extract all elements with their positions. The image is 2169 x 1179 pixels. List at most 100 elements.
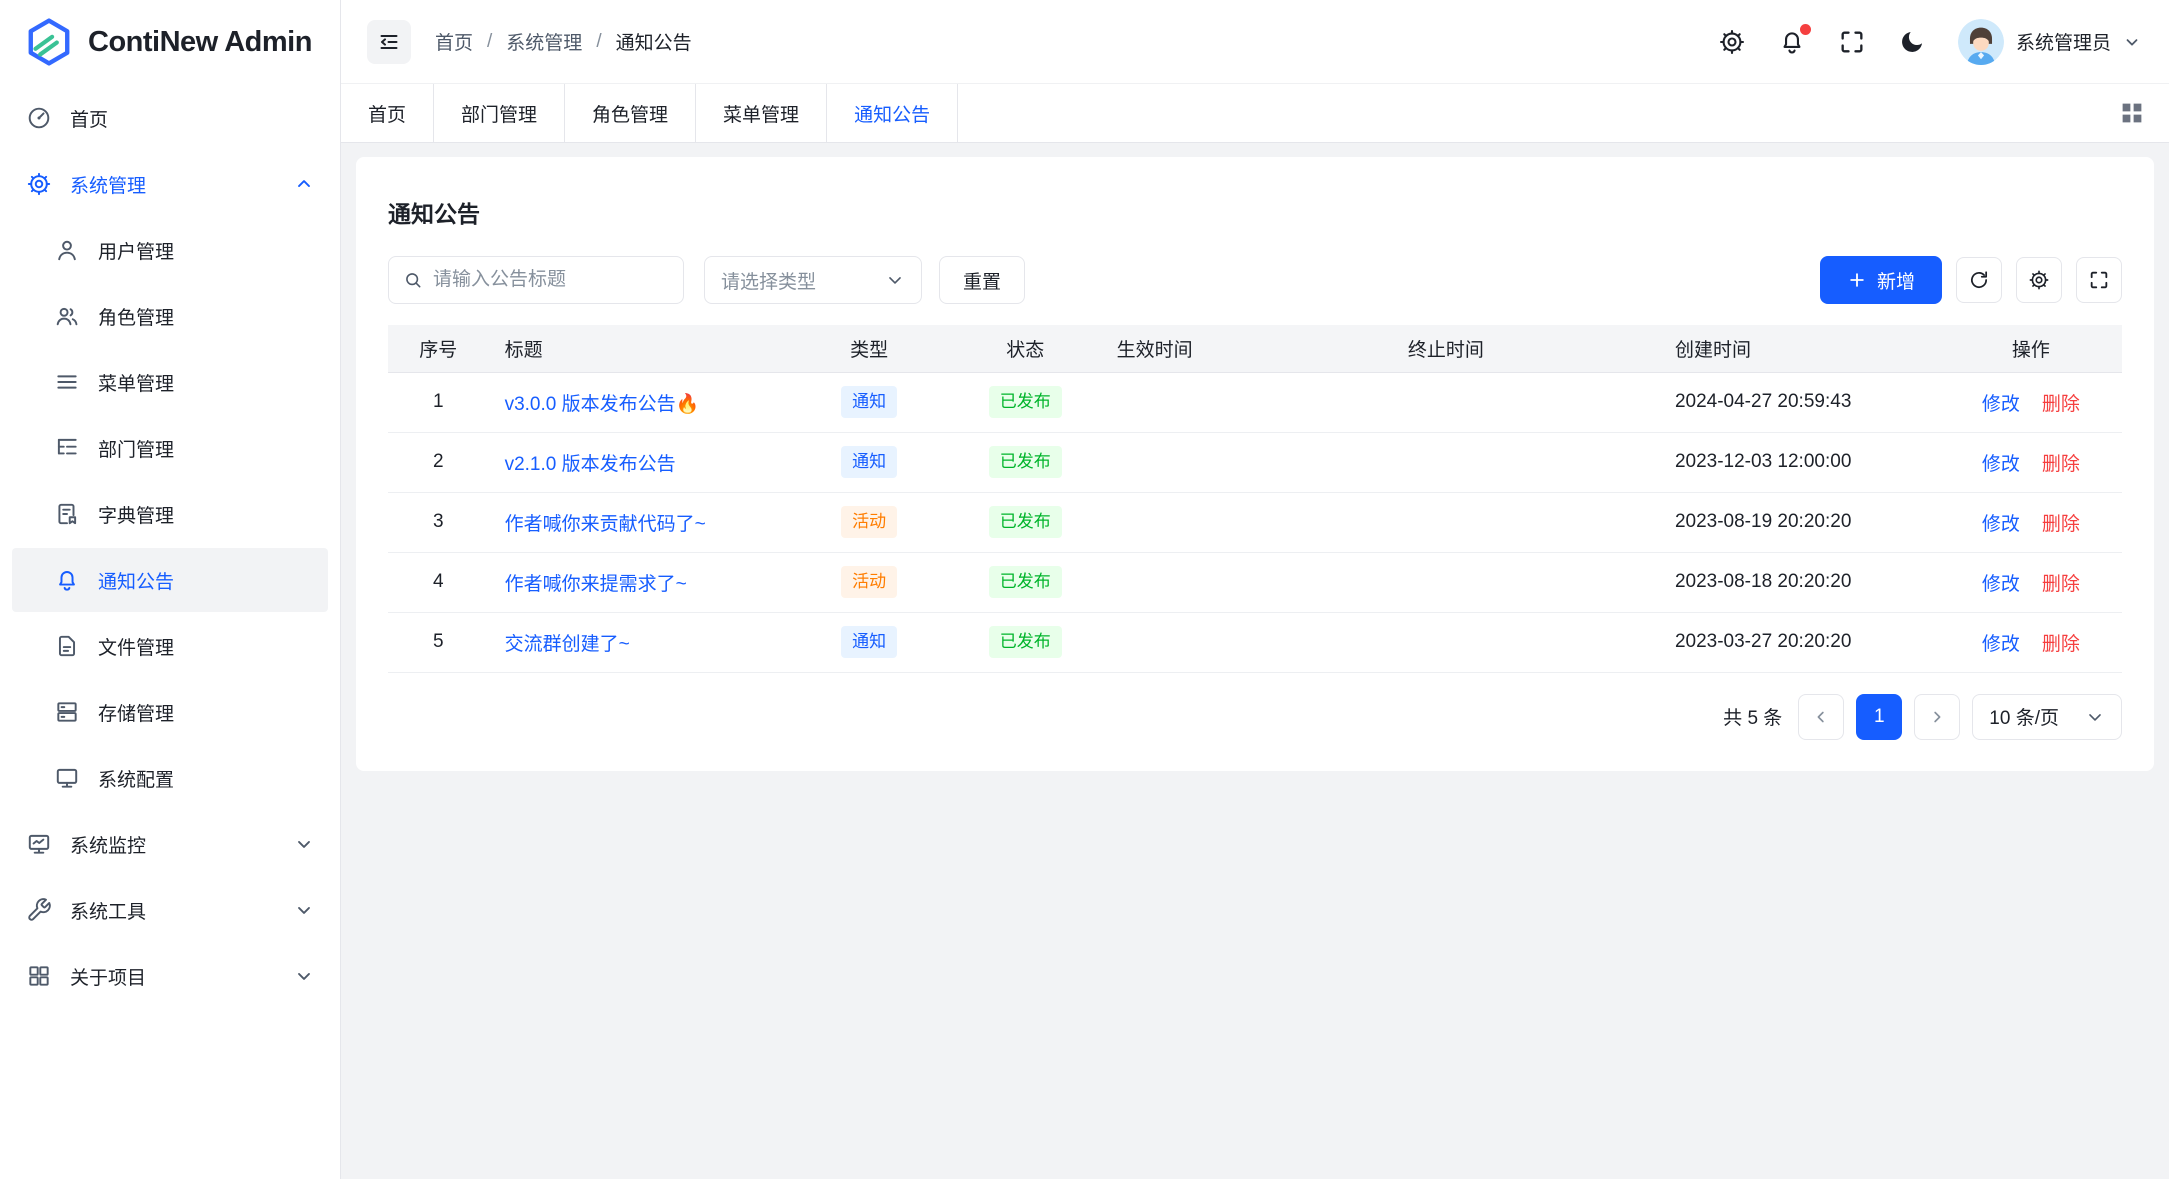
fullscreen-icon[interactable]	[1838, 28, 1866, 56]
delete-link[interactable]: 删除	[2042, 454, 2080, 475]
notice-title-link[interactable]: 作者喊你来提需求了~	[505, 574, 687, 595]
user-name: 系统管理员	[2016, 28, 2111, 55]
cell-end-time	[1392, 432, 1659, 492]
sidebar-item-storage-management[interactable]: 存储管理	[12, 680, 328, 744]
sidebar-item-label: 用户管理	[98, 237, 174, 264]
delete-link[interactable]: 删除	[2042, 514, 2080, 535]
sidebar-item-label: 通知公告	[98, 567, 174, 594]
tab-notice-announcement[interactable]: 通知公告	[827, 84, 958, 142]
col-header-no: 序号	[388, 325, 489, 372]
breadcrumb-home[interactable]: 首页	[435, 28, 473, 55]
settings-icon[interactable]	[1718, 28, 1746, 56]
type-select[interactable]: 请选择类型	[704, 256, 922, 304]
prev-page-button[interactable]	[1798, 694, 1844, 740]
sidebar-item-label: 字典管理	[98, 501, 174, 528]
table-fullscreen-button[interactable]	[2076, 257, 2122, 303]
grid-icon	[26, 963, 52, 989]
sidebar-item-department-management[interactable]: 部门管理	[12, 416, 328, 480]
chevron-down-icon	[294, 834, 314, 854]
column-settings-button[interactable]	[2016, 257, 2062, 303]
users-icon	[54, 303, 80, 329]
status-tag: 已发布	[989, 386, 1062, 418]
tab-home[interactable]: 首页	[341, 84, 434, 142]
delete-link[interactable]: 删除	[2042, 634, 2080, 655]
notice-title-link[interactable]: 交流群创建了~	[505, 634, 630, 655]
search-input[interactable]	[433, 269, 669, 291]
sidebar-item-menu-management[interactable]: 菜单管理	[12, 350, 328, 414]
col-header-actions: 操作	[1940, 325, 2122, 372]
refresh-button[interactable]	[1956, 257, 2002, 303]
user-menu[interactable]: 系统管理员	[1958, 19, 2141, 65]
table-row: 5 交流群创建了~ 通知 已发布 2023-03-27 20:20:20 修改删…	[388, 612, 2122, 672]
user-icon	[54, 237, 80, 263]
delete-link[interactable]: 删除	[2042, 394, 2080, 415]
add-button[interactable]: 新增	[1820, 256, 1942, 304]
tab-menu-management[interactable]: 菜单管理	[696, 84, 827, 142]
sidebar-item-file-management[interactable]: 文件管理	[12, 614, 328, 678]
notice-title-link[interactable]: v3.0.0 版本发布公告🔥	[505, 394, 700, 415]
edit-link[interactable]: 修改	[1982, 454, 2020, 475]
breadcrumb-current: 通知公告	[616, 28, 692, 55]
cell-end-time	[1392, 612, 1659, 672]
page-size-select[interactable]: 10 条/页	[1972, 694, 2122, 740]
sidebar-collapse-button[interactable]	[367, 20, 411, 64]
edit-link[interactable]: 修改	[1982, 394, 2020, 415]
sidebar-item-notice-announcement[interactable]: 通知公告	[12, 548, 328, 612]
sidebar-item-label: 关于项目	[70, 963, 146, 990]
reset-button[interactable]: 重置	[939, 256, 1025, 304]
sidebar-item-system-management[interactable]: 系统管理	[12, 152, 328, 216]
add-button-label: 新增	[1877, 267, 1915, 294]
notice-title-link[interactable]: v2.1.0 版本发布公告	[505, 454, 676, 475]
cell-created-time: 2024-04-27 20:59:43	[1659, 372, 1940, 432]
sidebar-menu: 首页 系统管理	[0, 84, 340, 1012]
dark-mode-moon-icon[interactable]	[1898, 28, 1926, 56]
delete-link[interactable]: 删除	[2042, 574, 2080, 595]
tabbar-actions	[2117, 84, 2169, 142]
col-header-type: 类型	[789, 325, 950, 372]
breadcrumb-section[interactable]: 系统管理	[506, 28, 582, 55]
tab-role-management[interactable]: 角色管理	[565, 84, 696, 142]
file-icon	[54, 633, 80, 659]
sidebar-item-system-monitor[interactable]: 系统监控	[12, 812, 328, 876]
notice-title-link[interactable]: 作者喊你来贡献代码了~	[505, 514, 706, 535]
sidebar-item-system-config[interactable]: 系统配置	[12, 746, 328, 810]
table-row: 1 v3.0.0 版本发布公告🔥 通知 已发布 2024-04-27 20:59…	[388, 372, 2122, 432]
sidebar-item-role-management[interactable]: 角色管理	[12, 284, 328, 348]
cell-no: 1	[388, 372, 489, 432]
sidebar-item-about-project[interactable]: 关于项目	[12, 944, 328, 1008]
tab-department-management[interactable]: 部门管理	[434, 84, 565, 142]
next-page-button[interactable]	[1914, 694, 1960, 740]
col-header-title: 标题	[489, 325, 789, 372]
type-tag: 通知	[841, 386, 897, 418]
current-page-button[interactable]: 1	[1856, 694, 1902, 740]
type-select-placeholder: 请选择类型	[721, 267, 816, 294]
sidebar-item-user-management[interactable]: 用户管理	[12, 218, 328, 282]
sidebar-item-home[interactable]: 首页	[12, 86, 328, 150]
edit-link[interactable]: 修改	[1982, 514, 2020, 535]
tab-actions-grid-icon[interactable]	[2117, 98, 2147, 128]
storage-icon	[54, 699, 80, 725]
edit-link[interactable]: 修改	[1982, 574, 2020, 595]
sidebar-item-dictionary-management[interactable]: 字典管理	[12, 482, 328, 546]
cell-no: 5	[388, 612, 489, 672]
org-tree-icon	[54, 435, 80, 461]
sidebar-item-label: 系统工具	[70, 897, 146, 924]
logo-hexagon-icon	[24, 17, 74, 67]
cell-created-time: 2023-03-27 20:20:20	[1659, 612, 1940, 672]
sidebar-item-label: 首页	[70, 105, 108, 132]
monitor-icon	[54, 765, 80, 791]
tabbar: 首页 部门管理 角色管理 菜单管理 通知公告	[341, 84, 2169, 143]
cell-no: 3	[388, 492, 489, 552]
edit-link[interactable]: 修改	[1982, 634, 2020, 655]
chevron-down-icon	[885, 270, 905, 290]
cell-created-time: 2023-12-03 12:00:00	[1659, 432, 1940, 492]
page-size-value: 10 条/页	[1989, 703, 2059, 730]
sidebar-item-label: 系统配置	[98, 765, 174, 792]
cell-effective-time	[1101, 552, 1392, 612]
sidebar-item-system-tools[interactable]: 系统工具	[12, 878, 328, 942]
table-row: 2 v2.1.0 版本发布公告 通知 已发布 2023-12-03 12:00:…	[388, 432, 2122, 492]
sidebar: ContiNew Admin 首页 系统管理	[0, 0, 341, 1179]
app-logo[interactable]: ContiNew Admin	[0, 0, 340, 84]
notifications-button[interactable]	[1778, 28, 1806, 56]
search-icon	[403, 270, 423, 290]
